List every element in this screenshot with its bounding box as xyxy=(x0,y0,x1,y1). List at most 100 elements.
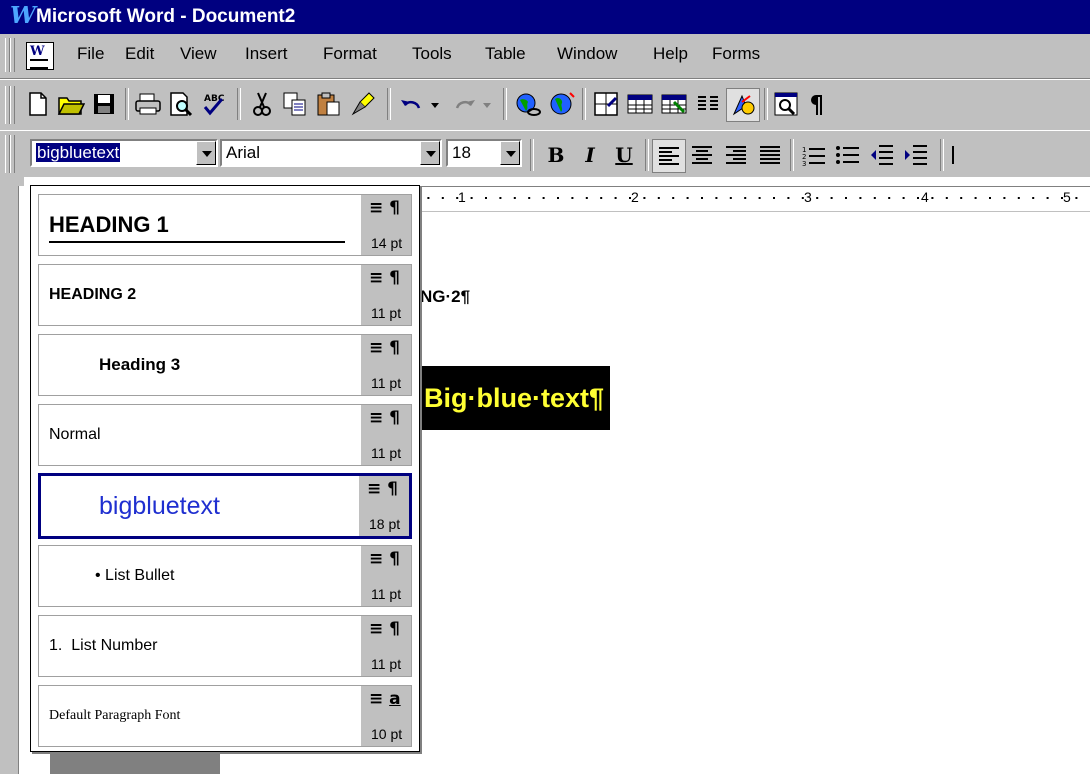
separator xyxy=(503,88,507,120)
save-icon[interactable] xyxy=(88,88,120,120)
style-item-info: ≡ ¶ 14 pt xyxy=(361,195,411,255)
menu-format[interactable]: Format xyxy=(323,44,377,64)
insert-excel-icon[interactable] xyxy=(658,88,690,120)
format-painter-icon[interactable] xyxy=(347,88,379,120)
paragraph-style-icon: ≡ ¶ xyxy=(369,198,400,218)
style-item-label: Default Paragraph Font xyxy=(49,708,181,723)
document-big-blue-text[interactable]: Big·blue·text¶ xyxy=(420,366,611,430)
style-combobox-value: bigbluetext xyxy=(36,143,121,162)
style-item-list-number[interactable]: 1. List Number ≡ ¶ 11 pt xyxy=(38,615,412,677)
menu-tools[interactable]: Tools xyxy=(412,44,452,64)
document-heading-2-fragment[interactable]: NG·2¶ xyxy=(420,287,470,307)
insert-table-icon[interactable] xyxy=(624,88,656,120)
print-preview-icon[interactable] xyxy=(165,88,197,120)
separator xyxy=(645,139,649,171)
status-strip xyxy=(50,750,220,774)
style-item-label: 1. List Number xyxy=(49,637,158,654)
toolbar-grip-2[interactable] xyxy=(10,135,15,173)
ruler-labels: 1 2 3 4 5 xyxy=(405,189,1090,207)
horizontal-ruler[interactable]: 1 2 3 4 5 xyxy=(405,186,1090,212)
character-style-icon: ≡ a xyxy=(369,689,401,709)
style-item-list-bullet[interactable]: • List Bullet ≡ ¶ 11 pt xyxy=(38,545,412,607)
bold-button[interactable]: B xyxy=(540,139,572,171)
font-combobox[interactable]: Arial xyxy=(220,139,442,167)
style-item-size: 14 pt xyxy=(371,235,403,251)
style-item-bigbluetext[interactable]: bigbluetext ≡ ¶ 18 pt xyxy=(38,473,412,539)
menu-help[interactable]: Help xyxy=(653,44,688,64)
svg-text:3: 3 xyxy=(802,160,806,166)
menu-forms[interactable]: Forms xyxy=(712,44,760,64)
paragraph-style-icon: ≡ ¶ xyxy=(367,479,398,499)
style-item-normal[interactable]: Normal ≡ ¶ 11 pt xyxy=(38,404,412,466)
align-center-icon[interactable] xyxy=(686,139,718,171)
style-item-heading-1[interactable]: HEADING 1 ≡ ¶ 14 pt xyxy=(38,194,412,256)
outside-border-icon[interactable] xyxy=(950,139,970,171)
italic-button[interactable]: I xyxy=(574,139,606,171)
drawing-icon[interactable] xyxy=(726,88,760,122)
style-item-default-paragraph-font[interactable]: Default Paragraph Font ≡ a 10 pt xyxy=(38,685,412,747)
style-item-info: ≡ ¶ 11 pt xyxy=(361,405,411,465)
font-combobox-value: Arial xyxy=(226,143,261,162)
menu-file[interactable]: File xyxy=(77,44,104,64)
separator xyxy=(582,88,586,120)
align-right-icon[interactable] xyxy=(720,139,752,171)
style-item-label: bigbluetext xyxy=(99,491,220,520)
print-icon[interactable] xyxy=(132,88,164,120)
cut-icon[interactable] xyxy=(246,88,278,120)
style-item-info: ≡ ¶ 11 pt xyxy=(361,546,411,606)
style-item-size: 11 pt xyxy=(371,656,402,672)
ruler-label: 1 xyxy=(458,189,466,205)
word-app-icon[interactable]: W xyxy=(10,4,36,28)
tables-borders-icon[interactable] xyxy=(590,88,622,120)
paragraph-style-icon: ≡ ¶ xyxy=(369,338,400,358)
underline-button[interactable]: U xyxy=(608,139,640,171)
style-item-size: 11 pt xyxy=(371,445,402,461)
web-toolbar-icon[interactable] xyxy=(546,88,578,120)
open-icon[interactable] xyxy=(55,88,87,120)
document-control-icon[interactable]: W xyxy=(26,42,54,70)
toolbar-grip-2[interactable] xyxy=(10,86,15,124)
spelling-icon[interactable]: ABC xyxy=(198,88,230,120)
font-dropdown-arrow[interactable] xyxy=(420,141,440,165)
increase-indent-icon[interactable] xyxy=(900,139,932,171)
menu-window[interactable]: Window xyxy=(557,44,617,64)
menu-edit[interactable]: Edit xyxy=(125,44,154,64)
align-left-icon[interactable] xyxy=(652,139,686,173)
redo-icon[interactable] xyxy=(448,88,498,120)
menu-view[interactable]: View xyxy=(180,44,217,64)
copy-icon[interactable] xyxy=(279,88,311,120)
style-item-label: HEADING 2 xyxy=(49,286,137,303)
columns-icon[interactable] xyxy=(692,88,724,120)
separator xyxy=(764,88,768,120)
menu-insert[interactable]: Insert xyxy=(245,44,288,64)
style-item-size: 11 pt xyxy=(371,305,402,321)
justify-icon[interactable] xyxy=(754,139,786,171)
style-item-heading-2[interactable]: HEADING 2 ≡ ¶ 11 pt xyxy=(38,264,412,326)
bullets-icon[interactable] xyxy=(832,139,864,171)
menu-table[interactable]: Table xyxy=(485,44,526,64)
undo-icon[interactable] xyxy=(396,88,446,120)
document-map-icon[interactable] xyxy=(770,88,802,120)
decrease-indent-icon[interactable] xyxy=(866,139,898,171)
new-icon[interactable] xyxy=(22,88,54,120)
style-item-info: ≡ ¶ 11 pt xyxy=(361,265,411,325)
numbering-icon[interactable]: 123 xyxy=(798,139,830,171)
hyperlink-icon[interactable] xyxy=(512,88,544,120)
font-size-combobox[interactable]: 18 xyxy=(446,139,522,167)
style-dropdown-arrow[interactable] xyxy=(196,141,216,165)
style-combobox[interactable]: bigbluetext xyxy=(30,139,218,167)
paragraph-style-icon: ≡ ¶ xyxy=(369,549,400,569)
menubar-grip-2[interactable] xyxy=(10,38,15,72)
font-size-value: 18 xyxy=(452,143,471,162)
heading-rule xyxy=(49,241,345,243)
show-hide-icon[interactable] xyxy=(804,88,824,120)
style-dropdown-list[interactable]: HEADING 1 ≡ ¶ 14 pt HEADING 2 ≡ ¶ 11 pt … xyxy=(30,185,420,752)
paste-icon[interactable] xyxy=(313,88,345,120)
separator xyxy=(237,88,241,120)
style-item-info: ≡ ¶ 18 pt xyxy=(359,476,409,536)
font-size-dropdown-arrow[interactable] xyxy=(500,141,520,165)
style-item-info: ≡ a 10 pt xyxy=(361,686,411,746)
ruler-label: 5 xyxy=(1063,189,1071,205)
title-bar[interactable]: W Microsoft Word - Document2 xyxy=(0,0,1090,34)
style-item-heading-3[interactable]: Heading 3 ≡ ¶ 11 pt xyxy=(38,334,412,396)
